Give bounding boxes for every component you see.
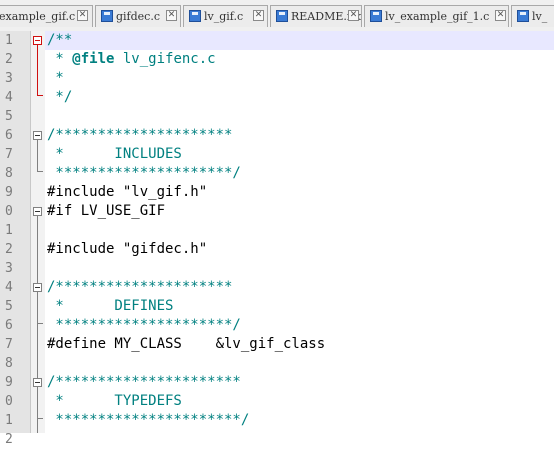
code-token: */ (47, 89, 73, 105)
fold-end-marker (37, 171, 43, 172)
code-token: * TYPEDEFS (47, 393, 182, 409)
line-number: 9 (5, 185, 13, 200)
line-number: 1 (5, 33, 13, 48)
code-token: *********************/ (47, 317, 241, 333)
code-token: /********************** (47, 374, 241, 390)
tab-6[interactable]: lv_ (511, 5, 554, 27)
code-line[interactable]: /** (47, 31, 72, 50)
code-token: #if LV_USE_GIF (47, 203, 166, 219)
current-line-highlight (45, 31, 554, 50)
line-number: 5 (5, 299, 13, 314)
line-number: 9 (5, 375, 13, 390)
close-tab-icon[interactable]: ✕ (166, 10, 177, 21)
line-number: 5 (5, 109, 13, 124)
code-line[interactable]: #if LV_USE_GIF (47, 202, 165, 221)
code-line[interactable]: /********************* (47, 126, 232, 145)
code-line[interactable]: * DEFINES (47, 297, 173, 316)
code-token: #define MY_CLASS &lv_gif_class (47, 336, 326, 352)
line-number: 8 (5, 166, 13, 181)
code-line[interactable]: * TYPEDEFS (47, 392, 182, 411)
line-number: 4 (5, 90, 13, 105)
line-number: 2 (5, 52, 13, 67)
code-line[interactable]: /********************** (47, 373, 241, 392)
code-line[interactable]: *********************/ (47, 164, 241, 183)
line-number: 6 (5, 128, 13, 143)
fold-end-marker (37, 323, 43, 324)
line-number: 1 (5, 413, 13, 428)
code-line[interactable]: #define MY_CLASS &lv_gif_class (47, 335, 325, 354)
code-token: * (47, 51, 73, 67)
code-token: lv_gifenc.c (114, 51, 216, 67)
close-tab-icon[interactable]: ✕ (77, 10, 88, 21)
line-number: 0 (5, 394, 13, 409)
code-token: #include "gifdec.h" (47, 241, 208, 257)
tab-bar: example_gif.c ✕ gifdec.c ✕ lv_gif.c ✕ README.m… (0, 0, 554, 32)
tab-label: gifdec.c (116, 10, 160, 23)
save-icon (101, 10, 113, 22)
code-token: *********************/ (47, 165, 241, 181)
fold-toggle-icon[interactable] (33, 283, 42, 292)
fold-guide (37, 387, 38, 418)
code-token: /********************* (47, 279, 233, 295)
fold-toggle-icon[interactable] (33, 36, 42, 45)
fold-toggle-icon[interactable] (33, 131, 42, 140)
fold-end-marker (37, 95, 43, 96)
tab-4[interactable]: README.md ✕ (270, 5, 362, 27)
save-icon (370, 10, 382, 22)
line-number: 1 (5, 223, 13, 238)
code-line[interactable]: * @file lv_gifenc.c (47, 50, 216, 69)
tab-label: lv_ (532, 10, 548, 23)
line-number: 0 (5, 204, 13, 219)
save-icon (276, 10, 288, 22)
line-number: 7 (5, 337, 13, 352)
tab-5[interactable]: lv_example_gif_1.c ✕ (364, 5, 509, 27)
tab-1[interactable]: example_gif.c ✕ (0, 5, 93, 27)
code-token: * DEFINES (47, 298, 174, 314)
save-icon (517, 10, 529, 22)
fold-toggle-icon[interactable] (33, 378, 42, 387)
tab-label: lv_example_gif_1.c (385, 10, 490, 23)
code-line[interactable]: /********************* (47, 278, 232, 297)
line-number: 6 (5, 318, 13, 333)
line-number: 3 (5, 71, 13, 86)
code-token: * (47, 70, 64, 86)
tab-3[interactable]: lv_gif.c ✕ (183, 5, 268, 27)
fold-margin[interactable] (31, 31, 45, 433)
code-line[interactable]: *********************/ (47, 316, 241, 335)
code-line[interactable]: */ (47, 88, 72, 107)
tab-label: lv_gif.c (204, 10, 244, 23)
code-token: /********************* (47, 127, 233, 143)
fold-guide (37, 292, 38, 323)
line-number: 7 (5, 147, 13, 162)
code-token: * INCLUDES (47, 146, 182, 162)
code-line[interactable]: #include "lv_gif.h" (47, 183, 207, 202)
code-line[interactable]: * (47, 69, 64, 88)
code-line[interactable]: **********************/ (47, 411, 249, 430)
line-number: 2 (5, 242, 13, 257)
fold-end-marker (37, 418, 43, 419)
close-tab-icon[interactable]: ✕ (495, 10, 506, 21)
tab-label: example_gif.c (0, 10, 76, 23)
close-tab-icon[interactable]: ✕ (348, 10, 359, 21)
line-number: 3 (5, 261, 13, 276)
tab-2[interactable]: gifdec.c ✕ (95, 5, 181, 27)
code-line[interactable]: * INCLUDES (47, 145, 182, 164)
fold-guide (37, 45, 38, 95)
code-token: @file (72, 51, 115, 67)
fold-toggle-icon[interactable] (33, 207, 42, 216)
code-line[interactable]: #include "gifdec.h" (47, 240, 207, 259)
close-tab-icon[interactable]: ✕ (253, 10, 264, 21)
code-token: #include "lv_gif.h" (47, 184, 208, 200)
code-token: /** (47, 32, 73, 48)
fold-guide (37, 140, 38, 171)
save-icon (189, 10, 201, 22)
code-token: **********************/ (47, 412, 250, 428)
line-number: 8 (5, 356, 13, 371)
line-number: 4 (5, 280, 13, 295)
